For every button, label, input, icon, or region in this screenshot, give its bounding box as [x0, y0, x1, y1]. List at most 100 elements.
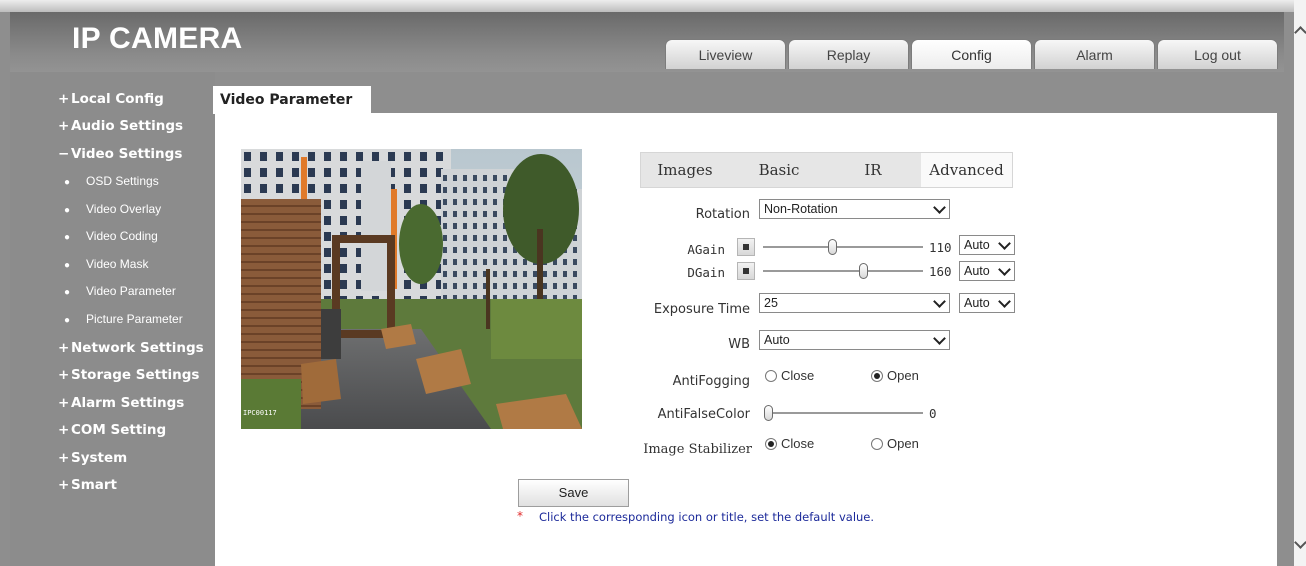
wb-value: Auto [764, 333, 790, 347]
again-reset-button[interactable] [737, 238, 755, 256]
again-value: 110 [929, 240, 952, 255]
chevron-down-icon [933, 295, 946, 308]
sidebar-item-network-settings[interactable]: + Network Settings [58, 340, 204, 356]
exposure-value: 25 [764, 296, 778, 310]
sidebar-item-label: COM Setting [71, 422, 167, 438]
expand-plus-icon: + [58, 395, 70, 411]
expand-plus-icon: + [58, 91, 70, 107]
dgain-slider-handle[interactable] [859, 263, 868, 279]
stabilizer-close-radio[interactable] [765, 438, 777, 450]
antifogging-open-radio[interactable] [871, 370, 883, 382]
exposure-mode-value: Auto [964, 296, 990, 310]
save-button[interactable]: Save [518, 479, 629, 507]
tab-config[interactable]: Config [911, 39, 1032, 69]
sidebar-subitem-video-mask[interactable]: ● Video Mask [64, 257, 148, 271]
antifogging-close-radio[interactable] [765, 370, 777, 382]
expand-plus-icon: + [58, 477, 70, 493]
tab-liveview[interactable]: Liveview [665, 39, 786, 69]
antifalsecolor-slider-handle[interactable] [764, 405, 773, 421]
window-top-edge [0, 0, 1294, 12]
sidebar-subitem-label: OSD Settings [86, 174, 159, 188]
expand-plus-icon: + [58, 422, 70, 438]
sidebar-subitem-picture-parameter[interactable]: ● Picture Parameter [64, 312, 183, 326]
sidebar-subitem-video-parameter[interactable]: ● Video Parameter [64, 284, 176, 298]
header-bar: IP CAMERA Liveview Replay Config Alarm L… [10, 12, 1284, 72]
dgain-reset-button[interactable] [737, 262, 755, 280]
app-logo: IP CAMERA [72, 22, 243, 55]
sidebar-subitem-label: Video Overlay [86, 202, 162, 216]
sidebar-item-storage-settings[interactable]: + Storage Settings [58, 367, 199, 383]
sidebar-item-label: Alarm Settings [71, 395, 185, 411]
sidebar-item-label: Storage Settings [71, 367, 200, 383]
sidebar-item-com-setting[interactable]: + COM Setting [58, 422, 166, 438]
sidebar-subitem-video-coding[interactable]: ● Video Coding [64, 229, 158, 243]
bullet-icon: ● [64, 287, 71, 298]
rotation-value: Non-Rotation [764, 202, 838, 216]
tab-ir[interactable]: IR [829, 153, 917, 187]
bullet-icon: ● [64, 315, 71, 326]
expand-plus-icon: + [58, 367, 70, 383]
wb-select[interactable]: Auto [759, 330, 950, 350]
dgain-mode-select[interactable]: Auto [959, 261, 1015, 281]
camera-preview: IPC00117 [241, 149, 582, 429]
required-star-icon: * [517, 509, 523, 523]
sidebar-item-local-config[interactable]: + Local Config [58, 91, 164, 107]
sidebar-item-label: System [71, 450, 128, 466]
rotation-label: Rotation [695, 207, 750, 222]
antifogging-open-label: Open [887, 368, 919, 383]
again-slider-track[interactable] [763, 246, 923, 248]
scrollbar[interactable] [1294, 0, 1306, 566]
sidebar-subitem-video-overlay[interactable]: ● Video Overlay [64, 202, 161, 216]
tab-basic[interactable]: Basic [735, 153, 823, 187]
bullet-icon: ● [64, 232, 71, 243]
again-mode-select[interactable]: Auto [959, 235, 1015, 255]
expand-plus-icon: + [58, 340, 70, 356]
preview-osd-text: IPC00117 [243, 409, 277, 417]
sidebar-subitem-osd-settings[interactable]: ● OSD Settings [64, 174, 159, 188]
sidebar-subitem-label: Video Coding [86, 229, 158, 243]
chevron-down-icon [998, 295, 1011, 308]
bullet-icon: ● [64, 177, 71, 188]
sidebar-item-label: Smart [71, 477, 118, 493]
sidebar-item-system[interactable]: + System [58, 450, 127, 466]
sidebar-item-label: Local Config [71, 91, 164, 107]
stabilizer-open-radio[interactable] [871, 438, 883, 450]
antifalsecolor-label: AntiFalseColor [657, 407, 750, 422]
scroll-down-icon[interactable] [1294, 536, 1306, 549]
tab-logout[interactable]: Log out [1157, 39, 1278, 69]
bullet-icon: ● [64, 205, 71, 216]
camera-preview-image: IPC00117 [241, 149, 582, 429]
tab-images[interactable]: Images [641, 153, 729, 187]
tab-alarm[interactable]: Alarm [1034, 39, 1155, 69]
antifogging-label: AntiFogging [672, 374, 750, 389]
wb-label: WB [728, 337, 750, 352]
page-title: Video Parameter [213, 86, 371, 114]
hint-text: Click the corresponding icon or title, s… [539, 510, 875, 524]
dgain-slider-track[interactable] [763, 270, 923, 272]
collapse-minus-icon: − [58, 146, 70, 162]
antifalsecolor-slider-track[interactable] [765, 412, 923, 414]
tab-replay[interactable]: Replay [788, 39, 909, 69]
expand-plus-icon: + [58, 118, 70, 134]
sidebar-subitem-label: Video Parameter [86, 284, 176, 298]
expand-plus-icon: + [58, 450, 70, 466]
chevron-down-icon [998, 237, 1011, 250]
scroll-up-icon[interactable] [1294, 26, 1306, 39]
dgain-value: 160 [929, 264, 952, 279]
again-slider-handle[interactable] [828, 239, 837, 255]
tab-advanced[interactable]: Advanced [921, 153, 1012, 187]
exposure-select[interactable]: 25 [759, 293, 950, 313]
sidebar-item-smart[interactable]: + Smart [58, 477, 117, 493]
bullet-icon: ● [64, 260, 71, 271]
stabilizer-close-label: Close [781, 436, 815, 451]
sidebar-item-audio-settings[interactable]: + Audio Settings [58, 118, 183, 134]
chevron-down-icon [998, 263, 1011, 276]
dgain-mode-value: Auto [964, 264, 990, 278]
exposure-mode-select[interactable]: Auto [959, 293, 1015, 313]
sidebar-subitem-label: Picture Parameter [86, 312, 183, 326]
sidebar-item-alarm-settings[interactable]: + Alarm Settings [58, 395, 184, 411]
rotation-select[interactable]: Non-Rotation [759, 199, 950, 219]
sidebar-item-label: Network Settings [71, 340, 204, 356]
sidebar-item-label: Audio Settings [71, 118, 184, 134]
sidebar-item-video-settings[interactable]: − Video Settings [58, 146, 182, 162]
